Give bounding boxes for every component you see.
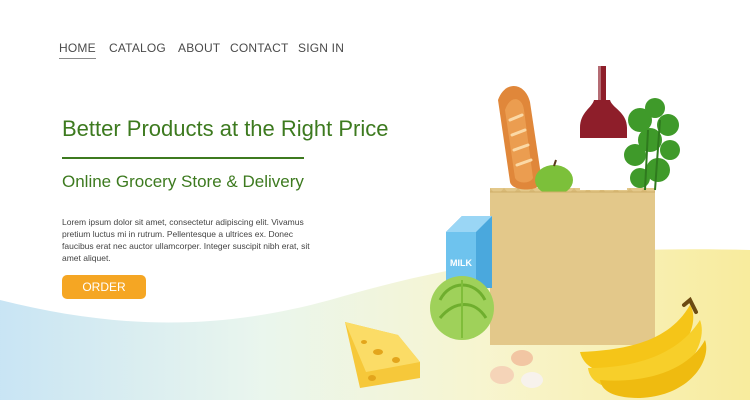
cabbage-icon xyxy=(430,276,494,340)
eggs-icon xyxy=(490,350,543,388)
cheese-icon xyxy=(345,322,420,388)
landing-page: HOME CATALOG ABOUT CONTACT SIGN IN Bette… xyxy=(0,0,750,400)
milk-label: MILK xyxy=(450,258,472,268)
grocery-illustration: MILK xyxy=(345,66,707,398)
parsley-icon xyxy=(624,98,680,191)
wine-bottle-icon xyxy=(580,66,627,190)
apple-icon xyxy=(535,159,573,195)
baguette-icon xyxy=(498,85,542,190)
